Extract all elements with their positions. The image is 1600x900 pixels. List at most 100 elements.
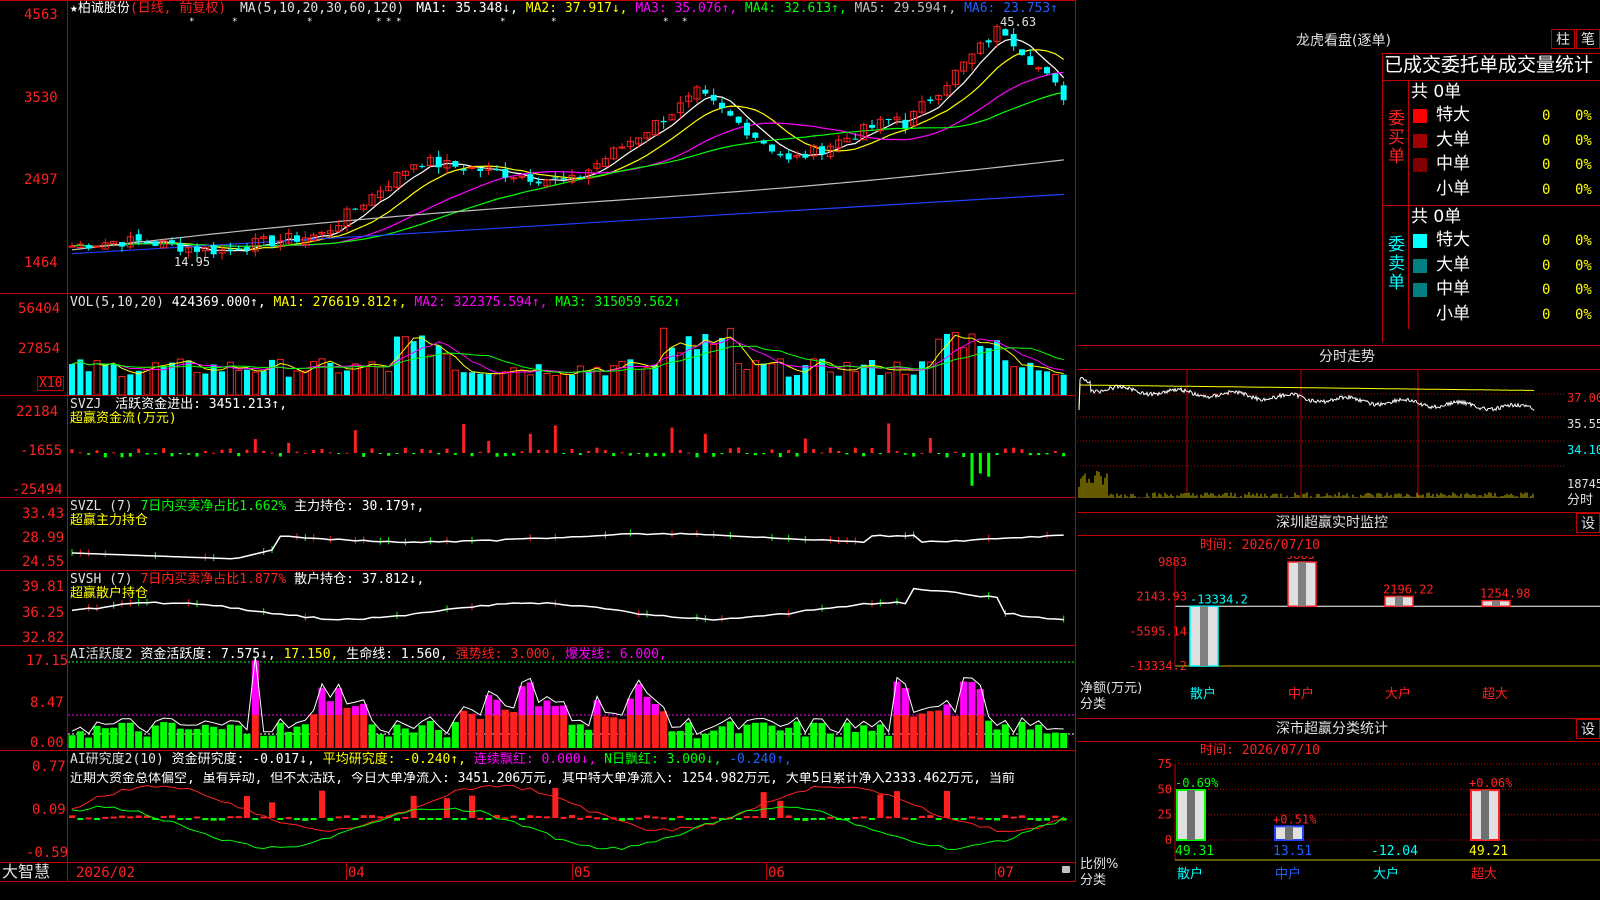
fund-flow-bar xyxy=(112,452,116,454)
activity-bar xyxy=(851,732,859,748)
monitor-bar-shade xyxy=(1395,596,1403,607)
xaxis-label: 07 xyxy=(997,865,1014,881)
fund-flow-bar xyxy=(487,440,491,453)
activity-bar xyxy=(576,724,584,748)
holding-line xyxy=(71,587,1064,621)
candle-body xyxy=(68,245,76,248)
intraday-chart[interactable] xyxy=(1077,370,1566,510)
research-bar xyxy=(694,818,700,820)
volume-bar xyxy=(235,370,243,395)
candle-body xyxy=(244,247,250,251)
activity-bar xyxy=(260,735,268,748)
candle-body xyxy=(144,242,150,244)
research-bar xyxy=(394,818,400,821)
ai1-ytick: 8.47 xyxy=(30,695,64,711)
activity-bar xyxy=(860,725,868,748)
fund-flow-bar xyxy=(795,453,799,457)
fs-frame xyxy=(1077,345,1600,346)
lock-icon[interactable] xyxy=(1062,866,1070,873)
volume-bar xyxy=(843,361,851,395)
research-line xyxy=(71,784,1064,833)
research-bar xyxy=(677,815,684,818)
fund-flow-bar xyxy=(745,453,749,454)
activity-bar xyxy=(743,724,751,748)
research-bar xyxy=(627,818,634,821)
activity-bar xyxy=(676,730,684,748)
activity-bar xyxy=(468,713,476,748)
vol-label: VOL(5,10,20) xyxy=(70,295,164,310)
research-bar xyxy=(785,815,792,818)
fund-flow-bar xyxy=(937,453,941,454)
research-bar xyxy=(452,818,459,820)
classify-settings-button[interactable]: 设 xyxy=(1576,719,1600,739)
volume-bar xyxy=(269,359,275,395)
volume-bar xyxy=(1002,360,1009,395)
svzj-chart[interactable] xyxy=(68,396,1075,497)
classify-top-label: +0.51% xyxy=(1273,812,1317,826)
candle-body xyxy=(902,119,909,129)
classify-ytick: 75 xyxy=(1158,757,1172,771)
tick-button[interactable]: 笔 xyxy=(1576,29,1600,49)
classify-ytick: 0 xyxy=(1165,833,1172,847)
order-row-percent: 0% xyxy=(1575,282,1592,298)
fund-flow-bar xyxy=(1045,453,1049,455)
volume-bar xyxy=(676,352,684,395)
activity-bar-top xyxy=(651,704,659,715)
activity-bar xyxy=(276,722,284,748)
svsh-ytick: 32.82 xyxy=(22,630,65,646)
lhkp-title: 龙虎看盘(逐单) xyxy=(1296,33,1391,49)
research-bar xyxy=(910,818,917,820)
fund-flow-bar xyxy=(770,449,774,453)
vol-ytick: 27854 xyxy=(18,341,61,357)
monitor-bar-shade xyxy=(1492,600,1500,607)
activity-bar-top xyxy=(635,684,643,715)
classify-bar-chart[interactable]: 75 50 25 0 -0.69% 49.31 散户 +0.51% 13.51 中户 -12.04 大… xyxy=(1077,756,1600,900)
panel-sep xyxy=(0,293,1076,294)
fund-flow-bar xyxy=(303,452,307,454)
xaxis-tick xyxy=(346,862,347,880)
svzl-chart[interactable] xyxy=(68,498,1075,570)
ai-research-chart[interactable] xyxy=(68,751,1075,862)
activity-bar xyxy=(293,726,301,748)
activity-bar xyxy=(826,733,834,748)
research-bar xyxy=(485,818,492,820)
volume-chart[interactable] xyxy=(68,312,1075,395)
activity-bar-top xyxy=(335,688,343,715)
volume-bar xyxy=(994,340,1000,395)
candle-body xyxy=(1002,29,1009,36)
activity-bar xyxy=(618,719,626,748)
ai-activity-chart[interactable] xyxy=(68,646,1075,750)
candle-body xyxy=(85,245,92,249)
candle-body xyxy=(177,243,184,252)
research-bar xyxy=(1019,815,1025,818)
volume-bar xyxy=(135,370,142,395)
column-button[interactable]: 柱 xyxy=(1551,29,1575,49)
fund-flow-bar xyxy=(887,423,891,453)
activity-bar-top xyxy=(251,660,259,715)
activity-bar xyxy=(476,718,484,748)
fund-flow-bar xyxy=(170,453,174,457)
xaxis-label: 04 xyxy=(348,865,365,881)
volume-bar xyxy=(660,327,668,395)
research-bar xyxy=(769,818,775,820)
fund-flow-bar xyxy=(787,449,791,453)
activity-bar xyxy=(460,710,468,748)
research-bar xyxy=(935,818,942,820)
svzl-ytick: 24.55 xyxy=(22,554,65,570)
candlestick-chart[interactable]: * * * * * * * * * * xyxy=(68,14,1075,293)
monitor-bar-chart[interactable]: 98832143.93-5595.14-13334.2-13334.2散户988… xyxy=(1077,556,1600,716)
fund-flow-bar xyxy=(845,453,849,455)
fund-flow-bar xyxy=(195,453,199,457)
volume-bar xyxy=(193,372,201,395)
candle-body xyxy=(927,99,934,102)
svsh-chart[interactable] xyxy=(68,571,1075,645)
activity-bar xyxy=(1051,732,1059,748)
activity-bar xyxy=(193,728,201,748)
star-marker: * xyxy=(551,17,556,27)
fund-flow-bar xyxy=(570,448,574,453)
volume-bar xyxy=(1035,370,1042,395)
ma-line xyxy=(71,91,1064,248)
monitor-settings-button[interactable]: 设 xyxy=(1576,513,1600,533)
volume-bar xyxy=(652,365,659,395)
candle-body xyxy=(210,245,217,255)
